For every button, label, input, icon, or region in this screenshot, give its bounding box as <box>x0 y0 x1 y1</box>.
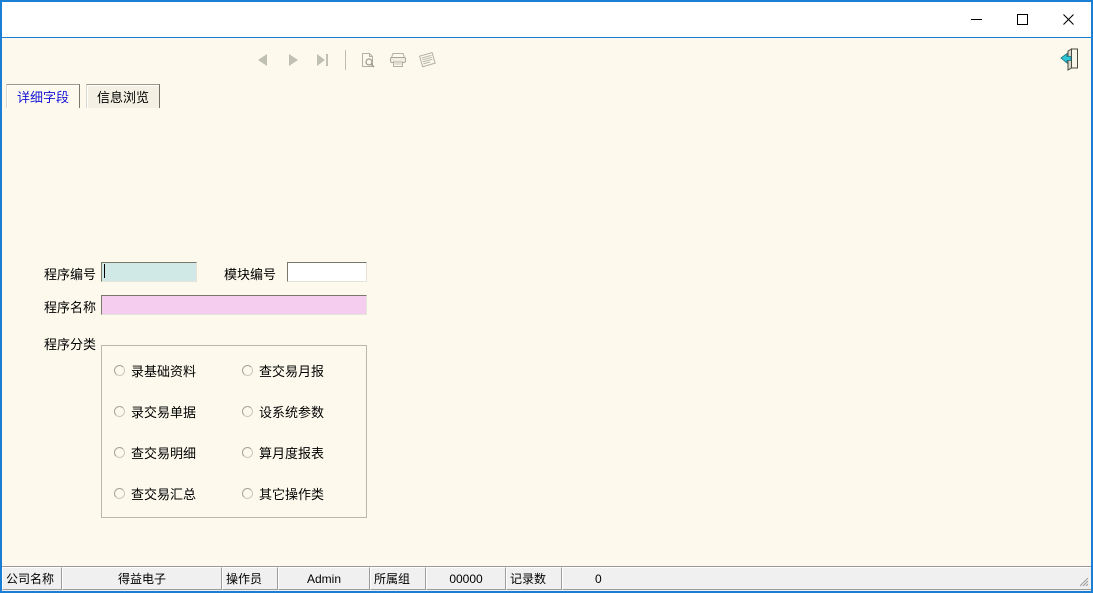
radio-circle-icon <box>242 447 253 458</box>
radio-option-trade-document-entry[interactable]: 录交易单据 <box>114 402 196 421</box>
radio-circle-icon <box>242 406 253 417</box>
radio-label: 设系统参数 <box>259 402 324 421</box>
program-no-label: 程序编号 <box>44 264 96 283</box>
status-company-label: 公司名称 <box>2 567 62 590</box>
radio-label: 算月度报表 <box>259 443 324 462</box>
page-stack-icon <box>418 51 438 69</box>
triangle-left-icon <box>256 52 270 68</box>
printer-icon <box>388 51 408 69</box>
radio-option-other-operations[interactable]: 其它操作类 <box>242 484 324 503</box>
statusbar: 公司名称 得益电子 操作员 Admin 所属组 00000 记录数 0 <box>2 566 1091 591</box>
titlebar <box>2 2 1091 38</box>
detail-fields-panel: 程序编号 模块编号 程序名称 程序分类 录基础资料 查交易月报 录 <box>2 109 1091 565</box>
program-name-input[interactable] <box>101 295 367 315</box>
radio-circle-icon <box>242 365 253 376</box>
exit-door-icon <box>1059 47 1081 71</box>
radio-circle-icon <box>242 488 253 499</box>
radio-label: 录交易单据 <box>131 402 196 421</box>
radio-option-trade-summary-query[interactable]: 查交易汇总 <box>114 484 196 503</box>
toolbar-button-group <box>248 43 443 77</box>
minimize-icon <box>970 13 983 26</box>
radio-label: 查交易汇总 <box>131 484 196 503</box>
tabstrip: 详细字段 信息浏览 <box>2 82 1091 109</box>
next-record-button[interactable] <box>278 45 308 75</box>
window-controls <box>953 2 1091 37</box>
minimize-button[interactable] <box>953 2 999 37</box>
radio-option-trade-detail-query[interactable]: 查交易明细 <box>114 443 196 462</box>
tab-info-browse[interactable]: 信息浏览 <box>86 84 160 108</box>
close-button[interactable] <box>1045 2 1091 37</box>
program-no-input[interactable] <box>101 262 197 282</box>
toolbar <box>2 39 1091 82</box>
radio-label: 查交易月报 <box>259 361 324 380</box>
status-group-value: 00000 <box>426 567 506 590</box>
tab-detail-fields[interactable]: 详细字段 <box>6 84 80 108</box>
radio-circle-icon <box>114 365 125 376</box>
program-name-label: 程序名称 <box>44 297 96 316</box>
export-button[interactable] <box>413 45 443 75</box>
exit-button[interactable] <box>1057 45 1083 73</box>
maximize-button[interactable] <box>999 2 1045 37</box>
radio-option-monthly-trade-report[interactable]: 查交易月报 <box>242 361 324 380</box>
status-company-value: 得益电子 <box>62 567 222 590</box>
status-group-label: 所属组 <box>370 567 426 590</box>
resize-grip-icon[interactable] <box>1077 575 1089 587</box>
module-no-input[interactable] <box>287 262 367 282</box>
radio-label: 查交易明细 <box>131 443 196 462</box>
prev-record-button[interactable] <box>248 45 278 75</box>
radio-label: 录基础资料 <box>131 361 196 380</box>
status-operator-value: Admin <box>278 567 370 590</box>
radio-option-base-data[interactable]: 录基础资料 <box>114 361 196 380</box>
text-caret <box>104 264 105 278</box>
status-operator-label: 操作员 <box>222 567 278 590</box>
radio-circle-icon <box>114 447 125 458</box>
tab-label: 详细字段 <box>17 87 69 106</box>
triangle-right-icon <box>286 52 300 68</box>
program-category-label: 程序分类 <box>44 334 96 353</box>
status-record-count-value: 0 <box>595 572 602 586</box>
program-category-group: 录基础资料 查交易月报 录交易单据 设系统参数 <box>101 345 367 518</box>
radio-circle-icon <box>114 488 125 499</box>
radio-circle-icon <box>114 406 125 417</box>
radio-option-monthly-statement[interactable]: 算月度报表 <box>242 443 324 462</box>
last-record-button[interactable] <box>308 45 338 75</box>
toolbar-separator <box>345 50 346 70</box>
status-record-count-value-panel: 0 <box>562 567 1091 590</box>
last-record-icon <box>315 52 331 68</box>
maximize-icon <box>1016 13 1029 26</box>
print-button[interactable] <box>383 45 413 75</box>
module-no-label: 模块编号 <box>224 264 276 283</box>
radio-label: 其它操作类 <box>259 484 324 503</box>
status-record-count-label: 记录数 <box>506 567 562 590</box>
radio-option-system-params[interactable]: 设系统参数 <box>242 402 324 421</box>
application-window: 详细字段 信息浏览 程序编号 模块编号 程序名称 程序分类 录基础资料 查交易月… <box>0 0 1093 593</box>
close-icon <box>1062 13 1075 26</box>
tab-label: 信息浏览 <box>97 87 149 106</box>
print-preview-button[interactable] <box>353 45 383 75</box>
print-preview-icon <box>359 51 377 69</box>
